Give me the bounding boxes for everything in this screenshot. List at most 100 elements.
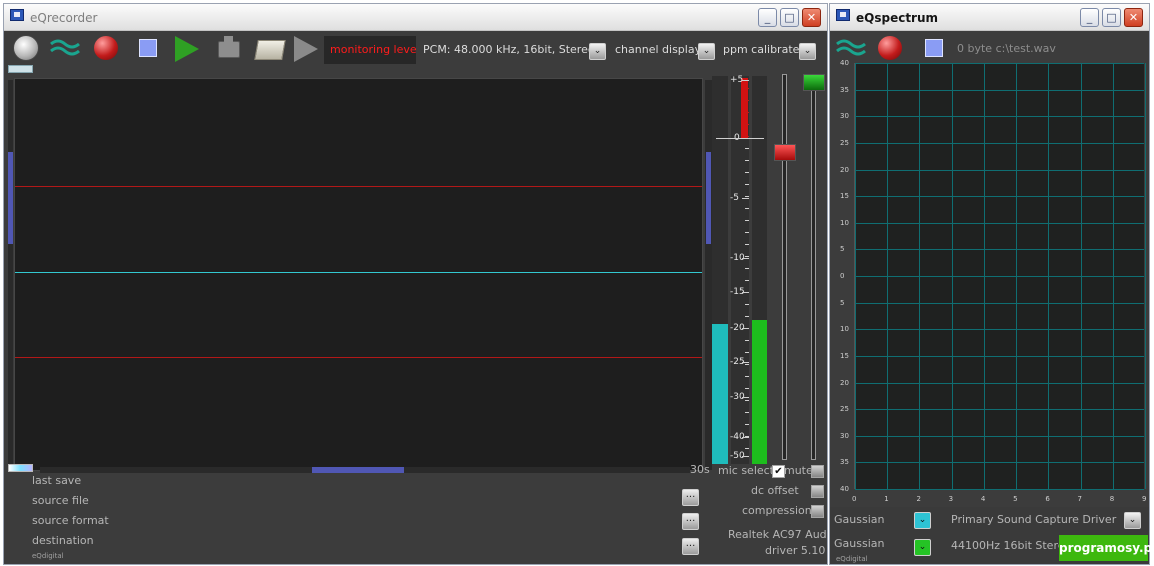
watermark-logo: programosy.pl: [1059, 535, 1154, 561]
spectrum-grid[interactable]: [854, 63, 1146, 490]
x-axis-label: 0: [852, 495, 857, 503]
waveform-icon[interactable]: [50, 35, 80, 61]
meter-minor-tick: [745, 208, 749, 209]
meter-minor-tick: [745, 424, 749, 425]
pcm-format-dropdown[interactable]: ⌄: [589, 43, 606, 60]
meter-major-tick: [742, 258, 749, 259]
y-axis-label: 25: [840, 138, 849, 147]
center-line: [15, 272, 702, 273]
y-axis-label: 35: [840, 85, 849, 94]
meter-minor-tick: [745, 388, 749, 389]
meter-minor-tick: [745, 196, 749, 197]
meter-major-tick: [716, 138, 764, 139]
grid-col-line: [919, 63, 921, 489]
maximize-button[interactable]: □: [780, 8, 799, 27]
horizontal-scrollbar[interactable]: [40, 467, 690, 473]
minimize-button[interactable]: _: [758, 8, 777, 27]
minimize-button[interactable]: _: [1080, 8, 1099, 27]
meter-minor-tick: [745, 268, 749, 269]
waveform-mini-icon[interactable]: [8, 65, 33, 73]
ppm-slider-knob[interactable]: [803, 74, 825, 91]
grid-row-line: [855, 382, 1144, 384]
grid-row-line: [855, 169, 1144, 171]
source-file-browse-button[interactable]: ...: [682, 489, 699, 506]
scrollbar-thumb[interactable]: [706, 152, 711, 244]
stop-icon[interactable]: [139, 39, 157, 57]
compression-label: compression: [742, 504, 812, 517]
scrollbar-thumb[interactable]: [8, 152, 13, 244]
channel2-color-button[interactable]: ⌄: [914, 539, 931, 556]
meter-minor-tick: [745, 328, 749, 329]
y-axis-label: 5: [840, 245, 845, 254]
channel-display-dropdown[interactable]: ⌄: [698, 43, 715, 60]
grid-row-line: [855, 63, 1144, 64]
close-button[interactable]: ✕: [802, 8, 821, 27]
meter-minor-tick: [745, 148, 749, 149]
meter-scale-label: -5: [730, 193, 739, 203]
meter-minor-tick: [745, 112, 749, 113]
destination-browse-button[interactable]: ...: [682, 538, 699, 555]
meter-minor-tick: [745, 304, 749, 305]
spectrum-toolbar: 0 byte c:\test.wav: [830, 32, 1149, 62]
scrollbar-thumb[interactable]: [312, 467, 404, 473]
brand-label: eQdigital: [32, 552, 64, 560]
waveform-display[interactable]: [14, 78, 703, 471]
gain-slider-track[interactable]: [782, 74, 787, 460]
waveform-icon[interactable]: [836, 35, 866, 61]
channel-display-label: channel display: [609, 36, 701, 64]
y-axis-label: 20: [840, 378, 849, 387]
meter-minor-tick: [745, 244, 749, 245]
record-icon[interactable]: [94, 36, 118, 60]
meter-minor-tick: [745, 232, 749, 233]
y-axis-label: 25: [840, 405, 849, 414]
source-format-label: source format: [32, 514, 109, 527]
stop-icon[interactable]: [925, 39, 943, 57]
recorder-titlebar[interactable]: eQrecorder _ □ ✕: [4, 4, 827, 31]
y-axis-label: 35: [840, 458, 849, 467]
grid-row-line: [855, 249, 1144, 251]
meter-minor-tick: [745, 100, 749, 101]
disk-icon[interactable]: [13, 35, 39, 61]
channel1-color-button[interactable]: ⌄: [914, 512, 931, 529]
grid-col-line: [1048, 63, 1050, 489]
y-axis-label: 40: [840, 59, 849, 67]
compression-checkbox[interactable]: [811, 505, 824, 518]
spectrum-titlebar[interactable]: eQspectrum _ □ ✕: [830, 4, 1149, 31]
open-folder-icon[interactable]: [254, 40, 286, 60]
x-axis-label: 6: [1045, 495, 1050, 503]
app-icon: [10, 9, 24, 21]
left-meter-fill: [712, 324, 728, 464]
meter-minor-tick: [745, 88, 749, 89]
ppm-calibrate-label: ppm calibrate: [717, 36, 802, 64]
meter-minor-tick: [745, 412, 749, 413]
maximize-button[interactable]: □: [1102, 8, 1121, 27]
right-vertical-scrollbar[interactable]: [705, 80, 712, 470]
meter-minor-tick: [745, 172, 749, 173]
y-axis-label: 15: [840, 351, 849, 360]
x-axis-label: 1: [884, 495, 889, 503]
grid-row-line: [855, 409, 1144, 411]
pcm-format-label: PCM: 48.000 kHz, 16bit, Stereo: [417, 36, 610, 64]
ppm-calibrate-dropdown[interactable]: ⌄: [799, 43, 816, 60]
monitoring-levels-button[interactable]: monitoring levels: [324, 36, 425, 64]
meter-major-tick: [742, 362, 749, 363]
ppm-slider-track[interactable]: [811, 74, 816, 460]
capture-driver-label: Primary Sound Capture Driver: [951, 513, 1117, 526]
x-axis-label: 3: [948, 495, 954, 503]
meter-minor-tick: [745, 256, 749, 257]
close-button[interactable]: ✕: [1124, 8, 1143, 27]
y-axis-label: 0: [840, 272, 845, 280]
source-format-browse-button[interactable]: ...: [682, 513, 699, 530]
capture-driver-dropdown[interactable]: ⌄: [1124, 512, 1141, 529]
mute-checkbox[interactable]: [811, 465, 824, 478]
recorder-toolbar: monitoring levels PCM: 48.000 kHz, 16bit…: [4, 32, 827, 66]
gain-slider-knob[interactable]: [774, 144, 796, 161]
play-disabled-icon[interactable]: [294, 36, 318, 62]
dc-offset-checkbox[interactable]: [811, 485, 824, 498]
play-icon[interactable]: [175, 36, 199, 62]
record-icon[interactable]: [878, 36, 902, 60]
camera-icon[interactable]: [218, 36, 240, 58]
grid-col-line: [951, 63, 953, 489]
left-vertical-scrollbar[interactable]: [8, 80, 13, 470]
y-axis-label: 10: [840, 218, 849, 227]
